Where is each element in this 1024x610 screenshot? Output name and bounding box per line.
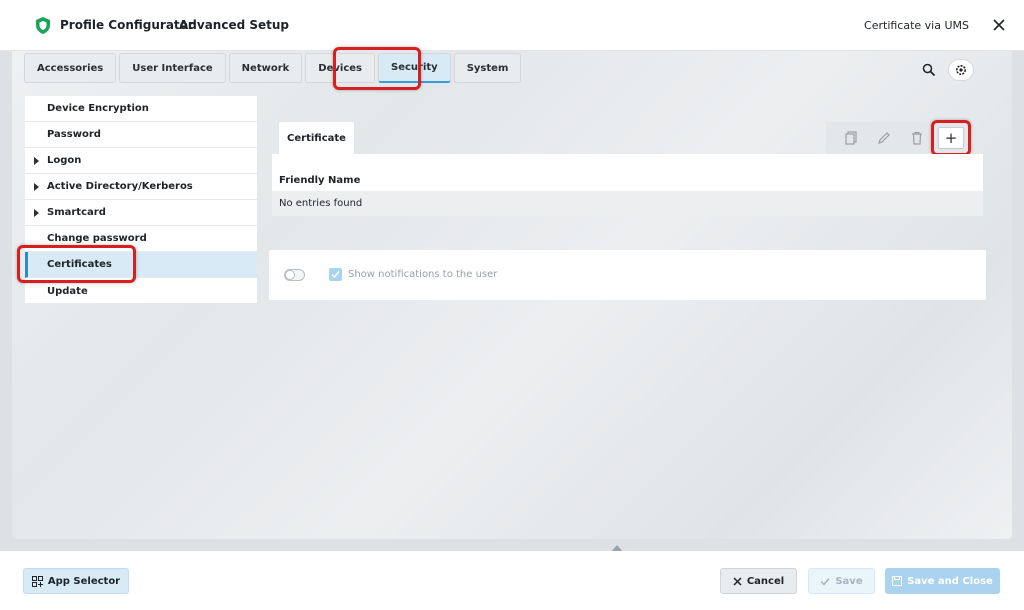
- sidebar-item-label: Smartcard: [47, 207, 106, 218]
- save-button[interactable]: Save: [808, 568, 875, 594]
- tab-user-interface[interactable]: User Interface: [119, 53, 226, 83]
- profile-name: Certificate via UMS: [864, 19, 969, 32]
- table-empty-row: No entries found: [272, 191, 983, 216]
- floppy-disk-icon: [892, 576, 903, 586]
- tab-network[interactable]: Network: [228, 53, 303, 83]
- cancel-button[interactable]: Cancel: [720, 568, 797, 594]
- sidebar-item-certificates[interactable]: Certificates: [25, 252, 257, 278]
- sidebar-item-label: Active Directory/Kerberos: [47, 181, 193, 192]
- footer-bar: App Selector Cancel Save Save and Close: [0, 551, 1024, 610]
- title-bar: Profile Configurator Advanced Setup Cert…: [0, 0, 1024, 51]
- close-icon[interactable]: [990, 16, 1008, 34]
- sidebar-item-active-directory[interactable]: Active Directory/Kerberos: [25, 174, 257, 200]
- add-certificate-button[interactable]: +: [938, 127, 964, 149]
- close-icon: [733, 576, 742, 586]
- checkmark-icon: [820, 577, 830, 586]
- app-selector-button[interactable]: App Selector: [23, 568, 129, 594]
- sidebar-item-label: Update: [47, 285, 88, 297]
- shield-icon: [36, 17, 50, 34]
- column-header-friendly-name[interactable]: Friendly Name: [279, 175, 360, 186]
- apps-grid-icon: [31, 575, 43, 587]
- sidebar-item-smartcard[interactable]: Smartcard: [25, 200, 257, 226]
- tab-certificate[interactable]: Certificate: [279, 122, 354, 154]
- sidebar-item-label: Device Encryption: [47, 103, 149, 114]
- show-notifications-checkbox[interactable]: [329, 268, 342, 281]
- sidebar-item-logon[interactable]: Logon: [25, 148, 257, 174]
- settings-button[interactable]: [948, 59, 974, 81]
- notification-toggle[interactable]: [284, 269, 305, 281]
- cancel-label: Cancel: [746, 575, 785, 587]
- gear-icon: [956, 65, 966, 75]
- caret-right-icon: [34, 157, 39, 165]
- sidebar-item-update[interactable]: Update: [25, 278, 257, 304]
- sidebar-item-password[interactable]: Password: [25, 122, 257, 148]
- sidebar-item-label: Certificates: [47, 259, 112, 270]
- show-notifications-label: Show notifications to the user: [348, 269, 498, 280]
- app-selector-label: App Selector: [47, 575, 121, 587]
- checkmark-icon: [331, 271, 340, 279]
- toggle-knob: [285, 270, 295, 280]
- sidebar-item-device-encryption[interactable]: Device Encryption: [25, 96, 257, 122]
- notification-panel: Show notifications to the user: [269, 250, 986, 300]
- app-subtitle: Advanced Setup: [179, 18, 290, 32]
- category-tabs: Accessories User Interface Network Devic…: [24, 53, 522, 83]
- save-label: Save: [835, 575, 863, 587]
- edit-icon[interactable]: [876, 130, 892, 146]
- certificate-table: Friendly Name No entries found: [272, 154, 983, 216]
- caret-right-icon: [34, 209, 39, 217]
- sidebar-item-label: Logon: [47, 155, 82, 166]
- tab-security[interactable]: Security: [378, 53, 451, 83]
- copy-icon[interactable]: [843, 130, 859, 146]
- sidebar-item-change-password[interactable]: Change password: [25, 226, 257, 252]
- save-and-close-button[interactable]: Save and Close: [885, 568, 1000, 594]
- search-icon[interactable]: [921, 62, 937, 78]
- app-title: Profile Configurator: [60, 18, 194, 32]
- caret-right-icon: [34, 183, 39, 191]
- sidebar: Device Encryption Password Logon Active …: [25, 96, 257, 303]
- sidebar-item-label: Change password: [47, 233, 147, 244]
- sidebar-item-label: Password: [47, 129, 101, 140]
- save-and-close-label: Save and Close: [907, 575, 993, 587]
- tab-system[interactable]: System: [453, 53, 522, 83]
- delete-icon[interactable]: [909, 130, 925, 146]
- tab-accessories[interactable]: Accessories: [24, 53, 117, 83]
- tab-devices[interactable]: Devices: [305, 53, 375, 83]
